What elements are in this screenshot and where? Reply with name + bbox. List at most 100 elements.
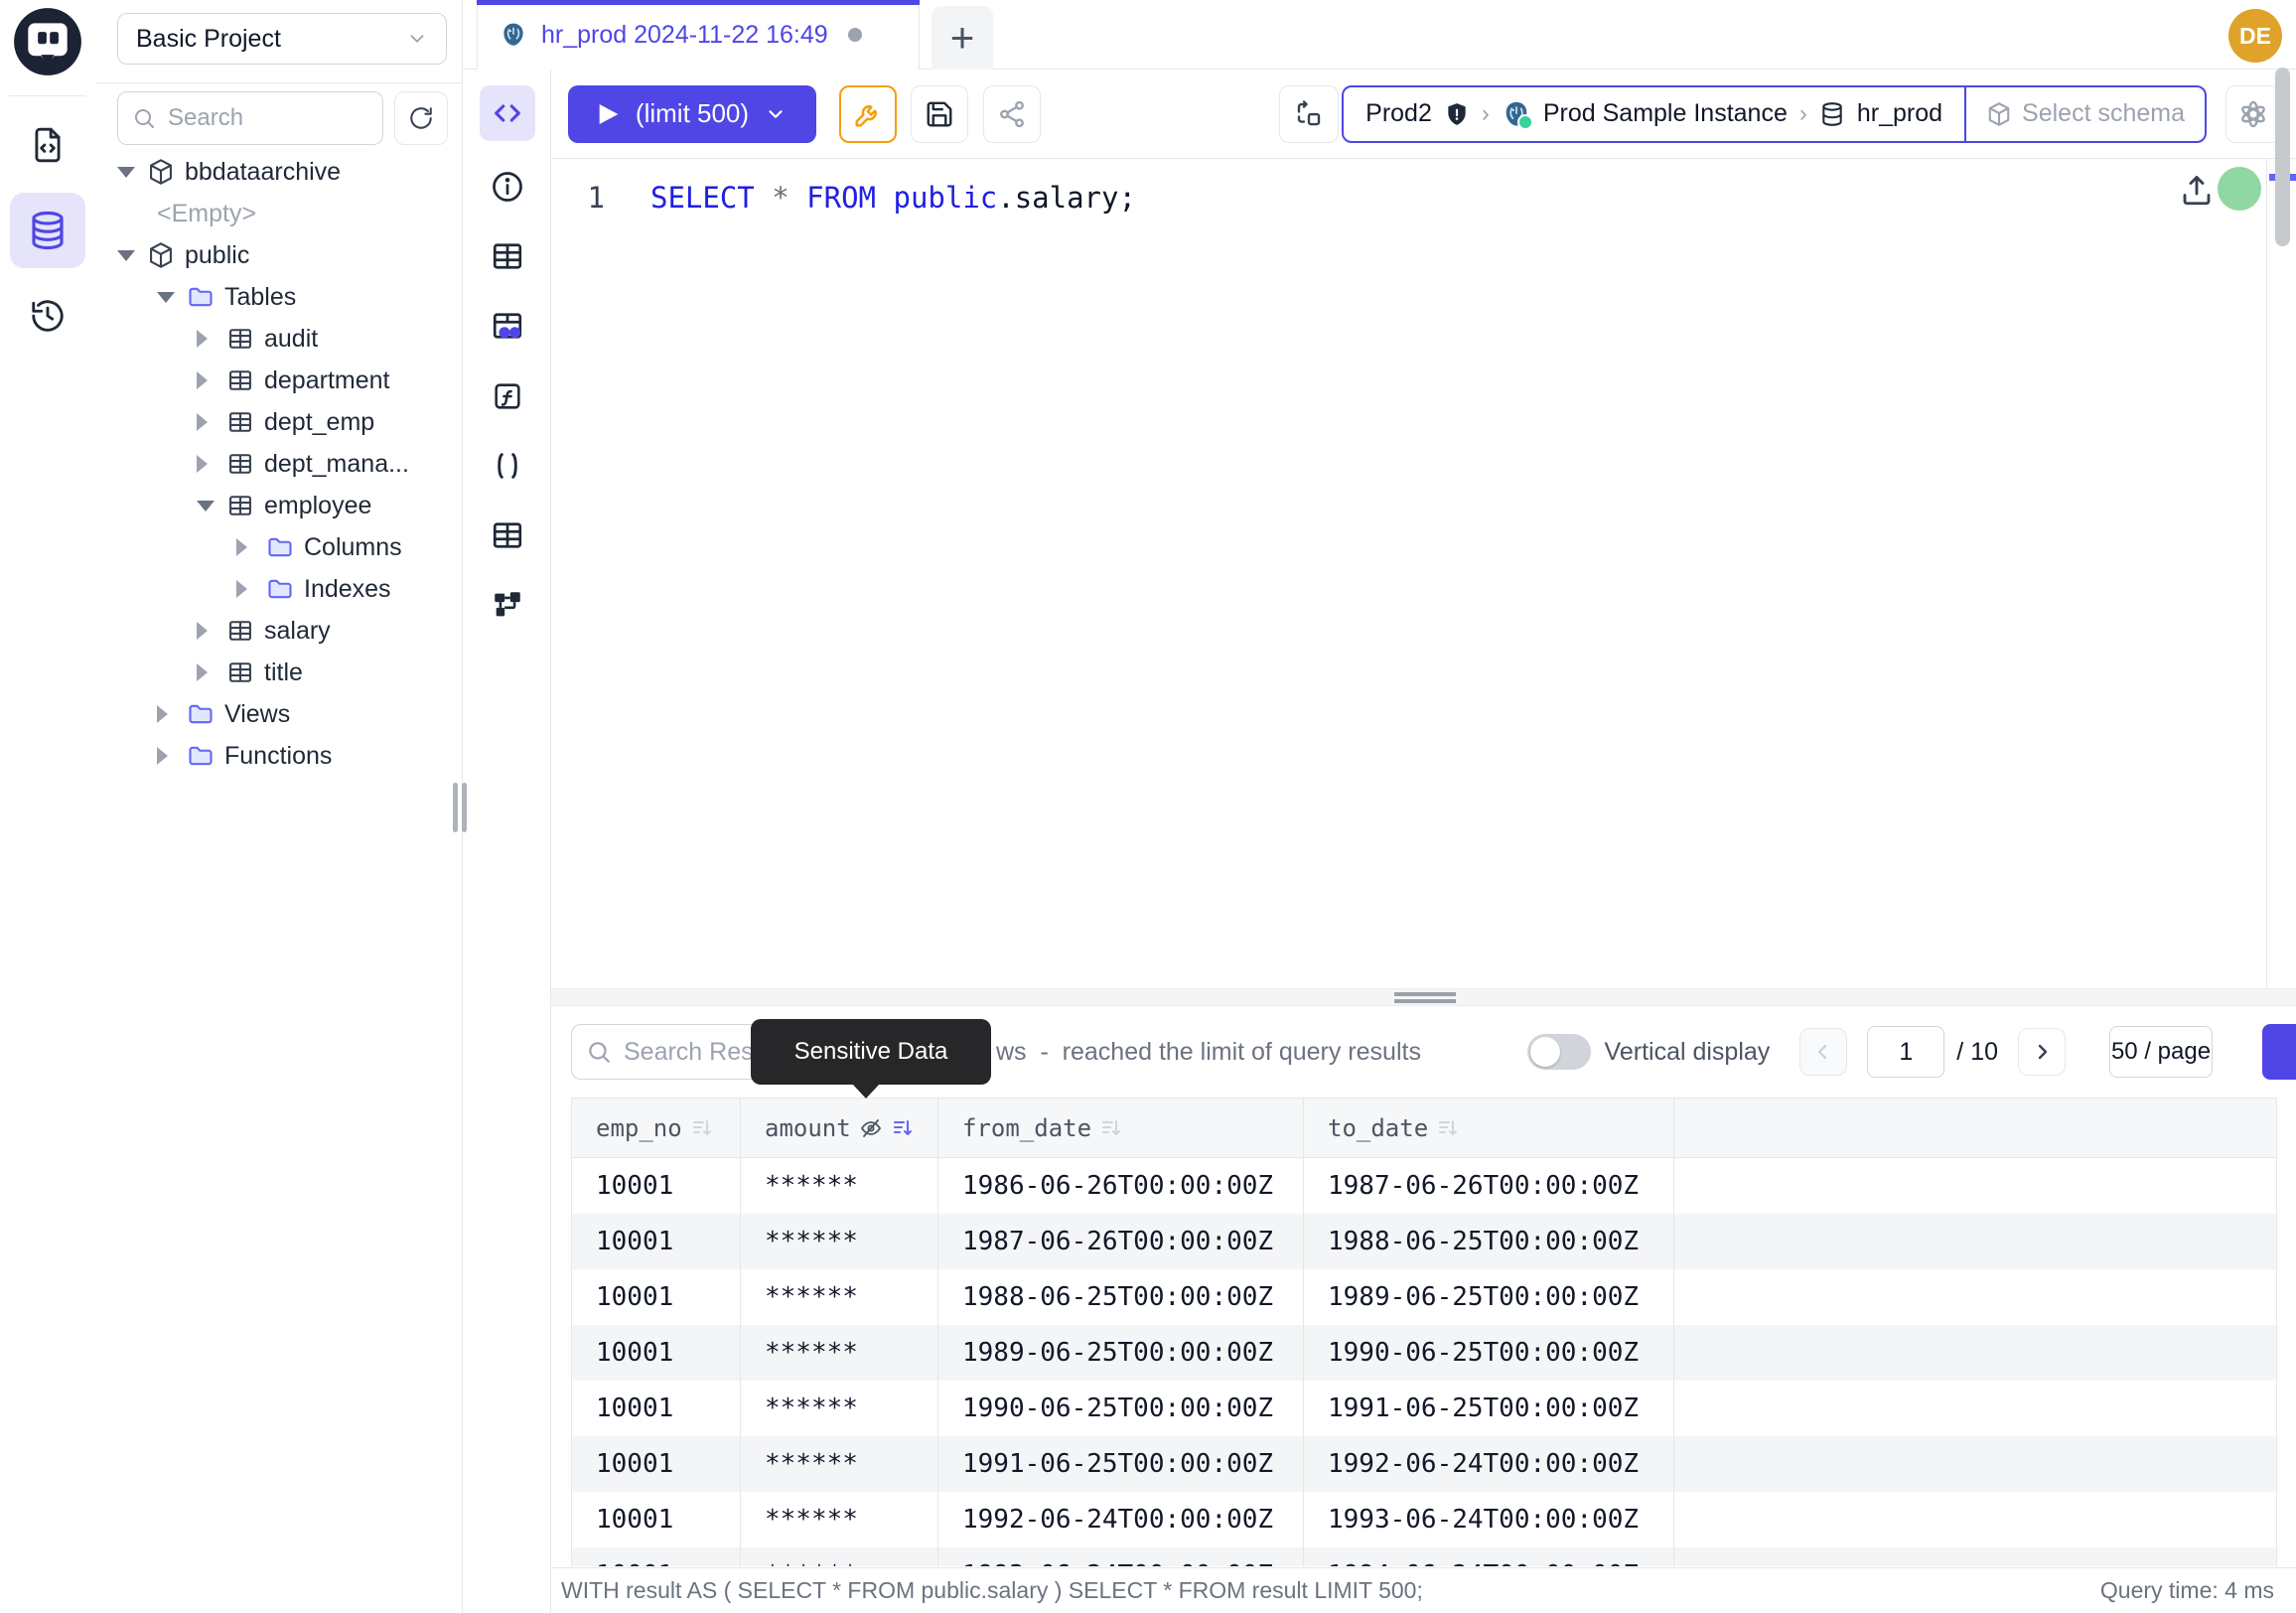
worksheet-nav-icon[interactable] xyxy=(10,107,85,183)
cell-emp_no[interactable]: 10001 xyxy=(572,1325,741,1381)
caret-down-icon[interactable] xyxy=(117,250,147,261)
results-scrollbar[interactable] xyxy=(2275,68,2290,246)
save-button[interactable] xyxy=(911,85,968,143)
caret-right-icon[interactable] xyxy=(197,622,226,640)
sql-editor[interactable]: 1 SELECT * FROM public.salary; xyxy=(551,159,2296,988)
column-header-amount[interactable]: amount xyxy=(741,1099,938,1157)
cell-from_date[interactable]: 1989-06-25T00:00:00Z xyxy=(938,1325,1304,1381)
export-button[interactable] xyxy=(2262,1024,2296,1080)
cell-to_date[interactable]: 1994-06-24T00:00:00Z xyxy=(1304,1547,1674,1566)
caret-down-icon[interactable] xyxy=(117,167,147,178)
refresh-button[interactable] xyxy=(394,91,448,145)
tree-node-indexes[interactable]: Indexes xyxy=(95,568,462,610)
sidebar-search-input[interactable] xyxy=(166,103,359,133)
cell-amount[interactable]: ****** xyxy=(741,1381,938,1436)
cell-to_date[interactable]: 1987-06-26T00:00:00Z xyxy=(1304,1158,1674,1214)
tree-node-dept-emp[interactable]: dept_emp xyxy=(95,401,462,443)
cell-from_date[interactable]: 1991-06-25T00:00:00Z xyxy=(938,1436,1304,1492)
cell-to_date[interactable]: 1993-06-24T00:00:00Z xyxy=(1304,1492,1674,1547)
database-nav-icon[interactable] xyxy=(10,193,85,268)
tree-node-columns[interactable]: Columns xyxy=(95,526,462,568)
share-button[interactable] xyxy=(983,85,1041,143)
sidebar-resize-handle[interactable] xyxy=(453,783,469,832)
connection-select[interactable]: Prod2 › Prod Sample Instance › hr_prod xyxy=(1344,87,1964,141)
bytebase-logo-icon[interactable] xyxy=(13,7,82,76)
caret-right-icon[interactable] xyxy=(197,663,226,681)
tables-panel-icon[interactable] xyxy=(489,237,526,275)
tree-node-title[interactable]: title xyxy=(95,652,462,693)
cell-amount[interactable]: ****** xyxy=(741,1547,938,1566)
cell-amount[interactable]: ****** xyxy=(741,1158,938,1214)
panel-splitter[interactable] xyxy=(551,988,2296,1006)
sort-icon[interactable] xyxy=(1436,1116,1460,1140)
vertical-display-toggle[interactable] xyxy=(1527,1034,1591,1070)
caret-down-icon[interactable] xyxy=(197,501,226,512)
caret-right-icon[interactable] xyxy=(157,747,187,765)
info-icon[interactable] xyxy=(489,168,526,206)
cell-to_date[interactable]: 1990-06-25T00:00:00Z xyxy=(1304,1325,1674,1381)
caret-down-icon[interactable] xyxy=(157,292,187,303)
compare-icon[interactable] xyxy=(1279,85,1339,143)
sort-icon[interactable] xyxy=(690,1116,714,1140)
cell-to_date[interactable]: 1989-06-25T00:00:00Z xyxy=(1304,1269,1674,1325)
worksheet-tab[interactable]: hr_prod 2024-11-22 16:49 xyxy=(477,0,920,70)
tree-node-functions[interactable]: Functions xyxy=(95,735,462,777)
cell-emp_no[interactable]: 10001 xyxy=(572,1158,741,1214)
cell-from_date[interactable]: 1986-06-26T00:00:00Z xyxy=(938,1158,1304,1214)
cell-amount[interactable]: ****** xyxy=(741,1492,938,1547)
tree-node-employee[interactable]: employee xyxy=(95,485,462,526)
run-query-button[interactable]: (limit 500) xyxy=(568,85,816,143)
page-number-input[interactable] xyxy=(1867,1026,1944,1078)
cell-emp_no[interactable]: 10001 xyxy=(572,1492,741,1547)
splitter-handle-icon[interactable] xyxy=(1394,992,1456,1003)
tree-node-bbdataarchive[interactable]: bbdataarchive xyxy=(95,151,462,193)
cell-emp_no[interactable]: 10001 xyxy=(572,1214,741,1269)
caret-right-icon[interactable] xyxy=(236,580,266,598)
column-header-from_date[interactable]: from_date xyxy=(938,1099,1304,1157)
cell-from_date[interactable]: 1992-06-24T00:00:00Z xyxy=(938,1492,1304,1547)
cell-emp_no[interactable]: 10001 xyxy=(572,1436,741,1492)
cell-emp_no[interactable]: 10001 xyxy=(572,1381,741,1436)
cell-emp_no[interactable]: 10001 xyxy=(572,1547,741,1566)
caret-right-icon[interactable] xyxy=(236,538,266,556)
procedures-panel-icon[interactable] xyxy=(489,447,526,485)
external-tables-panel-icon[interactable] xyxy=(489,516,526,554)
code-panel-button[interactable] xyxy=(480,85,535,141)
page-size-select[interactable]: 50 / page xyxy=(2109,1026,2213,1078)
caret-right-icon[interactable] xyxy=(197,455,226,473)
tree-node-tables[interactable]: Tables xyxy=(95,276,462,318)
cell-amount[interactable]: ****** xyxy=(741,1269,938,1325)
cell-amount[interactable]: ****** xyxy=(741,1214,938,1269)
cell-to_date[interactable]: 1988-06-25T00:00:00Z xyxy=(1304,1214,1674,1269)
cell-to_date[interactable]: 1991-06-25T00:00:00Z xyxy=(1304,1381,1674,1436)
tree-node-audit[interactable]: audit xyxy=(95,318,462,360)
next-page-button[interactable] xyxy=(2018,1028,2066,1076)
schema-diagram-icon[interactable] xyxy=(489,586,526,624)
tree-node-public[interactable]: public xyxy=(95,234,462,276)
column-header-to_date[interactable]: to_date xyxy=(1304,1099,1674,1157)
tree-node-dept-mana[interactable]: dept_mana... xyxy=(95,443,462,485)
new-tab-button[interactable]: + xyxy=(932,6,993,70)
cell-amount[interactable]: ****** xyxy=(741,1325,938,1381)
cell-amount[interactable]: ****** xyxy=(741,1436,938,1492)
caret-right-icon[interactable] xyxy=(197,371,226,389)
avatar[interactable]: DE xyxy=(2228,9,2282,63)
upload-icon[interactable] xyxy=(2179,173,2215,209)
cell-emp_no[interactable]: 10001 xyxy=(572,1269,741,1325)
tree-node-department[interactable]: department xyxy=(95,360,462,401)
caret-right-icon[interactable] xyxy=(157,705,187,723)
caret-right-icon[interactable] xyxy=(197,413,226,431)
schema-select[interactable]: Select schema xyxy=(1964,87,2205,141)
functions-panel-icon[interactable] xyxy=(489,377,526,415)
cell-from_date[interactable]: 1987-06-26T00:00:00Z xyxy=(938,1214,1304,1269)
caret-right-icon[interactable] xyxy=(197,330,226,348)
cell-from_date[interactable]: 1990-06-25T00:00:00Z xyxy=(938,1381,1304,1436)
tree-node-empty[interactable]: <Empty> xyxy=(95,193,462,234)
sort-icon[interactable] xyxy=(1099,1116,1123,1140)
eye-off-icon[interactable] xyxy=(859,1116,883,1140)
tree-node-salary[interactable]: salary xyxy=(95,610,462,652)
cell-from_date[interactable]: 1988-06-25T00:00:00Z xyxy=(938,1269,1304,1325)
admin-wrench-button[interactable] xyxy=(839,85,897,143)
assistant-dot-icon[interactable] xyxy=(2218,167,2261,211)
cell-from_date[interactable]: 1993-06-24T00:00:00Z xyxy=(938,1547,1304,1566)
